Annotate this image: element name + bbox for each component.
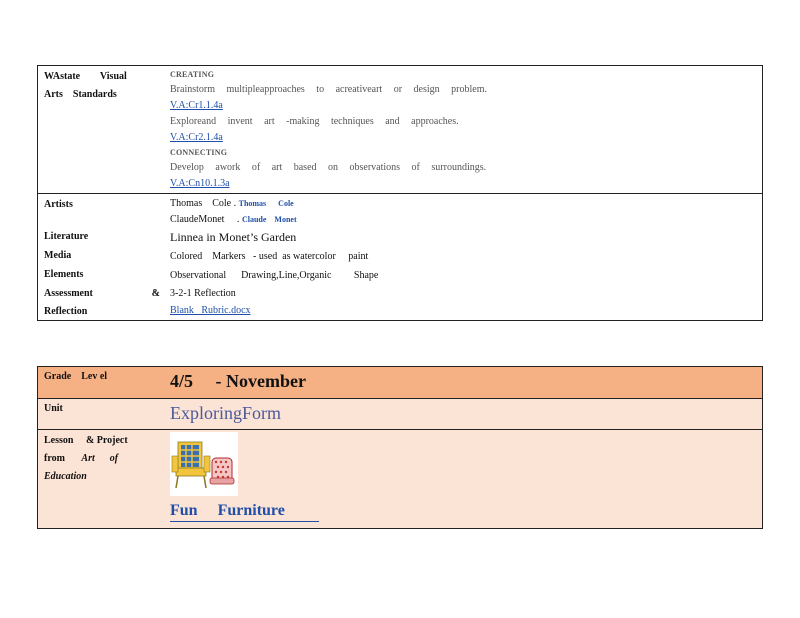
- artist2-name: ClaudeMonet .: [170, 214, 240, 225]
- connecting-header: CONNECTING: [170, 148, 228, 157]
- literature-label: Literature: [44, 231, 89, 242]
- unit-row: Unit ExploringForm: [38, 399, 762, 430]
- elements-label: Elements: [44, 269, 84, 280]
- project-link[interactable]: Fun Furniture: [170, 501, 319, 522]
- artist1: Thomas Cole . Thomas Cole: [170, 196, 762, 212]
- artist1-name: Thomas Cole .: [170, 198, 237, 209]
- media-label: Media: [44, 250, 72, 261]
- artist1-link[interactable]: Thomas Cole: [239, 199, 294, 208]
- grade-table: Grade Lev el 4/5 - November Unit Explori…: [37, 366, 763, 529]
- media-value: Colored Markers - used as watercolor pai…: [170, 251, 369, 262]
- literature-value: Linnea in Monet’s Garden: [170, 230, 297, 244]
- standards-label-line1: WAstate Visual: [44, 71, 127, 82]
- explore-text: Exploreand invent art -making techniques…: [170, 116, 459, 127]
- creating-link[interactable]: V.A:Cr1.1.4a: [170, 98, 762, 114]
- standards-label: WAstate Visual Arts Standards: [38, 66, 170, 193]
- connecting-text: Develop awork of art based on observatio…: [170, 162, 487, 173]
- grade-row: Grade Lev el 4/5 - November: [38, 367, 762, 399]
- lesson-label-from: from: [44, 453, 65, 464]
- details-content: Thomas Cole . Thomas Cole ClaudeMonet . …: [170, 194, 762, 320]
- standards-table: WAstate Visual Arts Standards CREATING B…: [37, 65, 763, 321]
- fun-furniture-image: [170, 432, 238, 496]
- grade-label: Grade Lev el: [44, 371, 108, 382]
- lesson-label: Lesson & Project from Art of Education: [38, 430, 170, 528]
- lesson-row: Lesson & Project from Art of Education F…: [38, 430, 762, 528]
- lesson-label-line2: from Art of: [44, 451, 170, 469]
- standards-content: CREATING Brainstorm multipleapproaches t…: [170, 66, 762, 193]
- assessment-label-row: Assessment &: [44, 286, 170, 304]
- creating-header: CREATING: [170, 70, 215, 79]
- unit-label: Unit: [44, 403, 63, 414]
- reflection-label: Reflection: [44, 306, 88, 317]
- lesson-label-edu: Education: [44, 471, 87, 482]
- assessment-label: Assessment: [44, 288, 93, 299]
- rubric-link[interactable]: Blank Rubric.docx: [170, 303, 762, 319]
- chair-illustration-icon: [171, 441, 235, 489]
- lesson-label-line1: Lesson & Project: [44, 435, 128, 446]
- standards-row: WAstate Visual Arts Standards CREATING B…: [38, 66, 762, 194]
- artist2-link[interactable]: Claude Monet: [242, 215, 297, 224]
- assessment-value: 3-2-1 Reflection: [170, 288, 236, 299]
- lesson-content: Fun Furniture: [170, 430, 762, 528]
- grade-value: 4/5 - November: [170, 371, 306, 391]
- elements-value: Observational Drawing,Line,Organic Shape: [170, 270, 379, 281]
- unit-value: ExploringForm: [170, 403, 281, 423]
- explore-link[interactable]: V.A:Cr2.1.4a: [170, 130, 762, 146]
- creating-text: Brainstorm multipleapproaches to acreati…: [170, 84, 487, 95]
- details-labels: Artists Literature Media Elements Assess…: [38, 194, 170, 320]
- standards-label-line2: Arts Standards: [44, 89, 117, 100]
- connecting-link[interactable]: V.A:Cn10.1.3a: [170, 176, 762, 192]
- assessment-amp: &: [151, 288, 160, 299]
- details-row: Artists Literature Media Elements Assess…: [38, 194, 762, 320]
- lesson-label-art: Art of: [81, 453, 119, 464]
- artists-label: Artists: [44, 199, 73, 210]
- artist2: ClaudeMonet . Claude Monet: [170, 212, 762, 228]
